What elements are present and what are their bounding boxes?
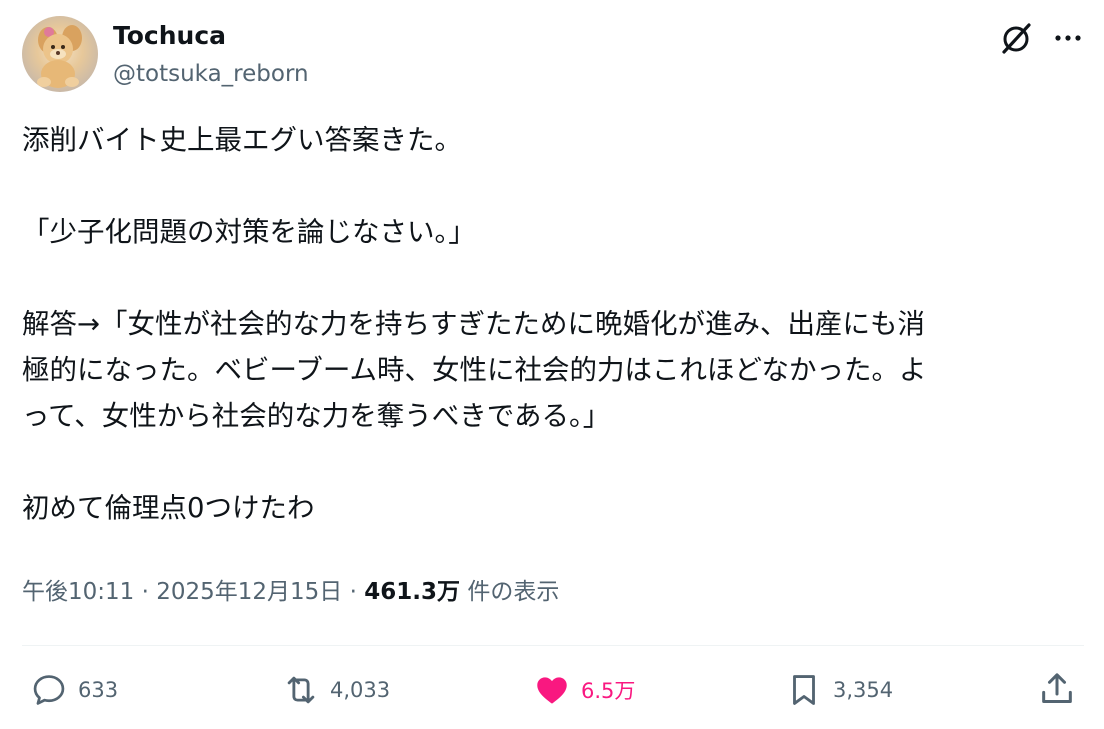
like-button[interactable]: 6.5万 — [533, 668, 635, 712]
display-name[interactable]: Tochuca — [113, 19, 226, 53]
reply-icon — [33, 675, 65, 705]
user-handle[interactable]: @totsuka_reborn — [113, 58, 309, 90]
share-icon — [1042, 673, 1072, 703]
repost-icon — [287, 676, 315, 704]
tweet-line: 極的になった。ベビーブーム時、女性に社会的力はこれほどなかった。よ — [22, 354, 927, 386]
plush-toy-avatar-icon — [37, 25, 82, 88]
avatar[interactable] — [22, 16, 98, 92]
views-label: 件の表示 — [467, 579, 560, 605]
heart-icon — [537, 677, 567, 704]
tweet-text: 添削バイト史上最エグい答案きた。 「少子化問題の対策を論じなさい。」 解答→「女… — [22, 117, 1084, 531]
tweet-timestamp[interactable]: 午後10:11 · 2025年12月15日 — [22, 579, 342, 605]
tweet-date: 2025年12月15日 — [156, 579, 343, 605]
tweet-line: 初めて倫理点0つけたわ — [22, 492, 315, 524]
tweet-line: って、女性から社会的な力を奪うべきである。」 — [22, 400, 611, 432]
tweet-meta: 午後10:11 · 2025年12月15日 · 461.3万 件の表示 — [22, 574, 559, 610]
repost-button[interactable]: 4,033 — [282, 668, 390, 712]
tweet-line: 解答→「女性が社会的な力を持ちすぎたために晩婚化が進み、出産にも消 — [22, 308, 926, 340]
more-icon[interactable] — [1050, 20, 1086, 56]
repost-count: 4,033 — [330, 678, 391, 702]
meta-separator: · — [349, 579, 357, 605]
share-button[interactable] — [1037, 669, 1077, 709]
reply-button[interactable]: 633 — [30, 668, 118, 712]
views-link[interactable]: 461.3万 件の表示 — [364, 579, 559, 605]
divider — [22, 645, 1084, 646]
meta-separator: · — [141, 579, 149, 605]
grok-icon[interactable] — [996, 18, 1036, 58]
reply-count: 633 — [78, 678, 119, 702]
tweet-time: 午後10:11 — [22, 579, 135, 605]
tweet-line: 添削バイト史上最エグい答案きた。 — [22, 124, 462, 156]
views-count: 461.3万 — [364, 579, 461, 605]
bookmark-count: 3,354 — [833, 678, 894, 702]
like-count: 6.5万 — [581, 679, 636, 703]
tweet-line: 「少子化問題の対策を論じなさい。」 — [22, 216, 476, 248]
bookmark-button[interactable]: 3,354 — [785, 668, 893, 712]
bookmark-icon — [793, 675, 815, 705]
